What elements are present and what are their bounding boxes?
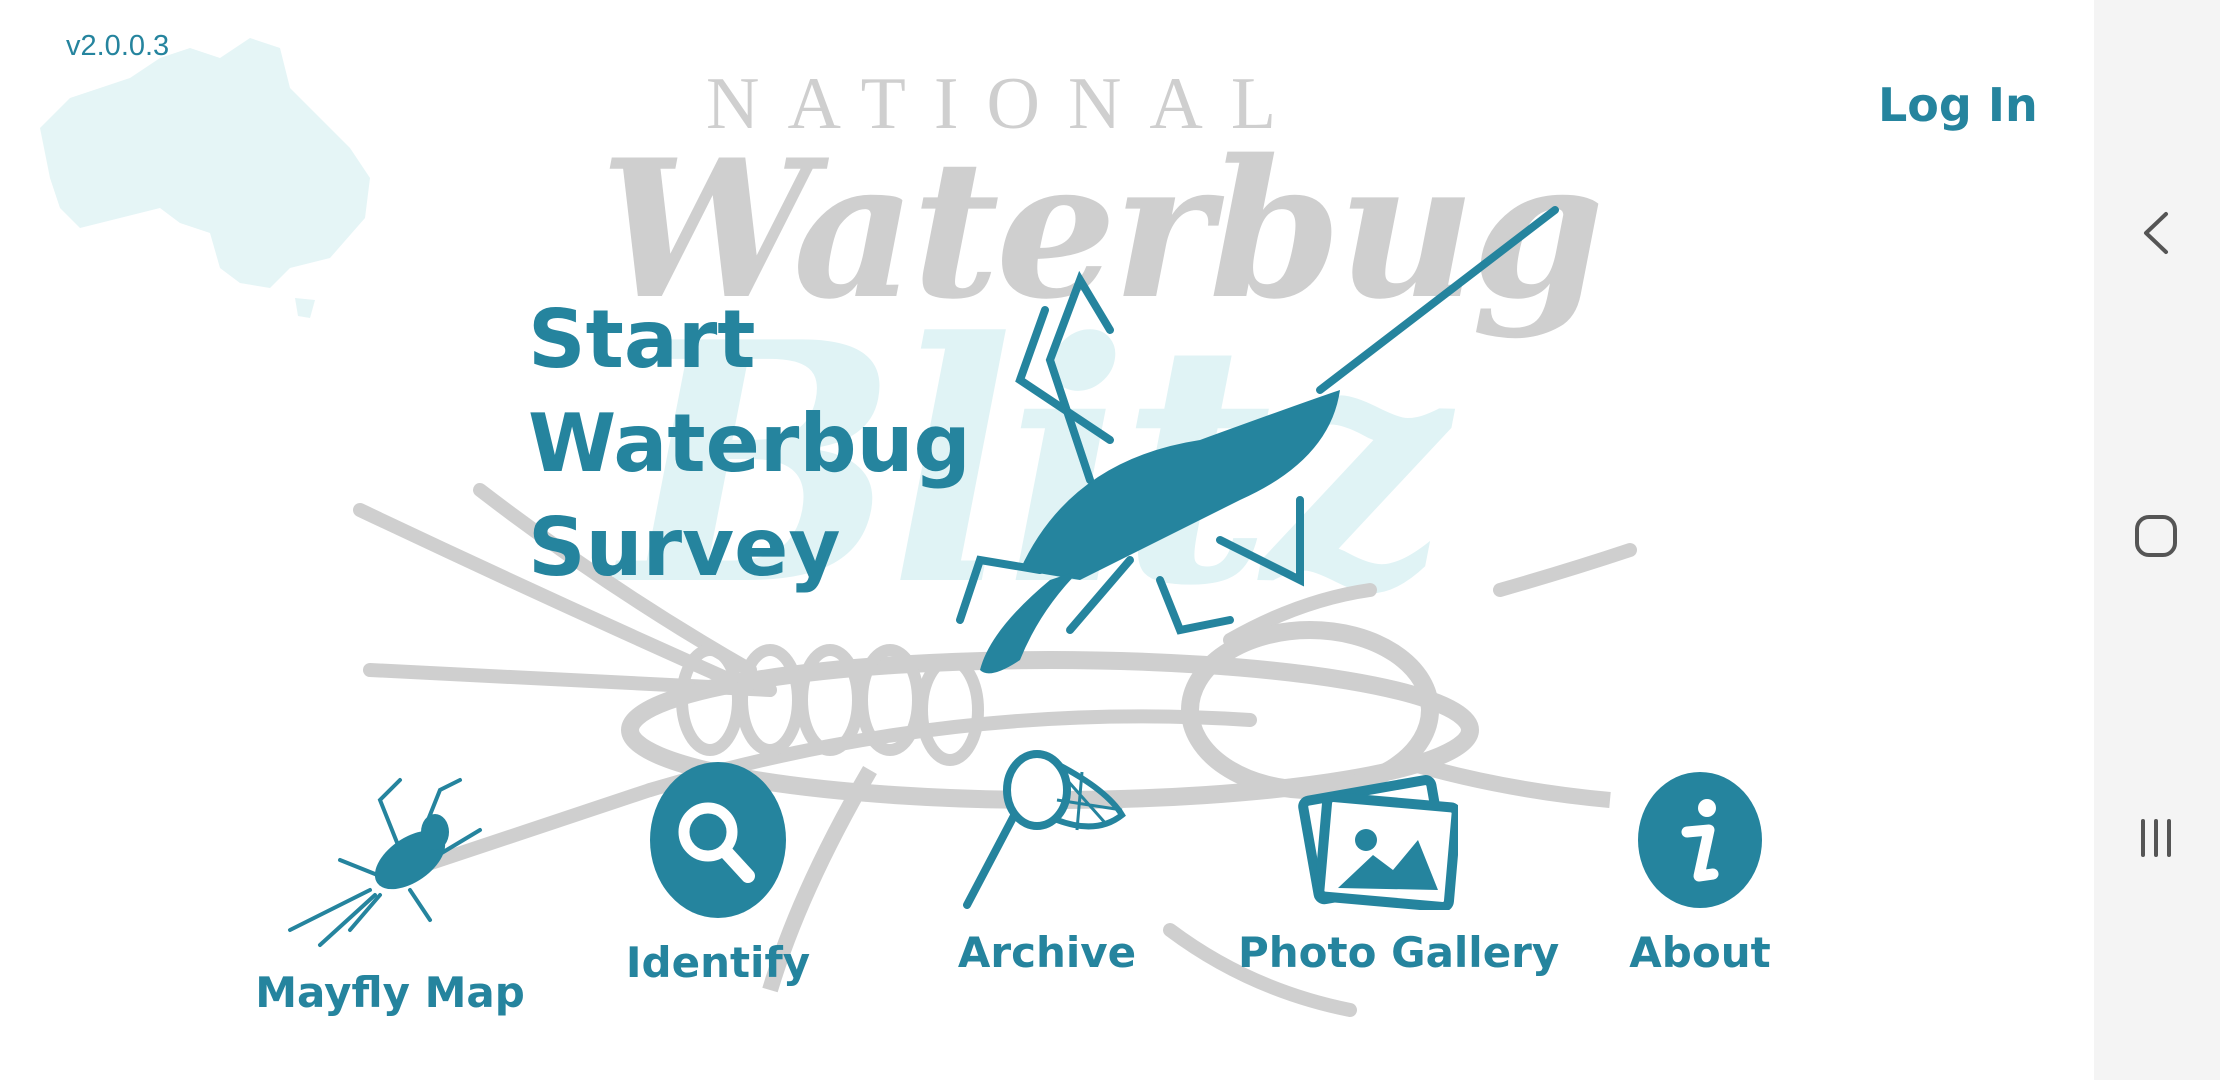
start-survey-button[interactable]: Start Waterbug Survey — [528, 288, 988, 600]
australia-map-icon — [40, 38, 370, 318]
survey-line-2: Waterbug — [528, 397, 971, 490]
mayfly-icon — [288, 778, 482, 947]
mayfly-map-label: Mayfly Map — [255, 968, 525, 1017]
photo-gallery-label: Photo Gallery — [1238, 928, 1560, 977]
about-label: About — [1629, 928, 1771, 977]
survey-line-3: Survey — [528, 501, 841, 594]
archive-button[interactable]: Archive — [912, 750, 1182, 977]
identify-label: Identify — [625, 938, 811, 987]
back-button[interactable] — [2118, 195, 2194, 271]
identify-button[interactable]: Identify — [583, 760, 853, 987]
home-button[interactable] — [2118, 498, 2194, 574]
home-icon — [2135, 515, 2177, 557]
log-in-button[interactable]: Log In — [1878, 78, 2038, 132]
recents-icon — [2141, 819, 2171, 857]
back-icon — [2144, 212, 2168, 254]
home-screen: v2.0.0.3 Log In Blitz NATIONAL Waterbug — [0, 0, 2094, 1080]
mayfly-map-button[interactable]: Mayfly Map — [255, 770, 525, 1017]
search-icon — [650, 762, 786, 918]
photo-gallery-icon — [1298, 775, 1458, 910]
about-button[interactable]: About — [1565, 770, 1835, 977]
photo-gallery-button[interactable]: Photo Gallery — [1238, 770, 1560, 977]
version-label: v2.0.0.3 — [66, 30, 170, 62]
archive-label: Archive — [957, 928, 1137, 977]
info-icon — [1638, 772, 1762, 908]
recents-button[interactable] — [2118, 800, 2194, 876]
survey-line-1: Start — [528, 293, 756, 386]
net-icon — [963, 750, 1126, 909]
